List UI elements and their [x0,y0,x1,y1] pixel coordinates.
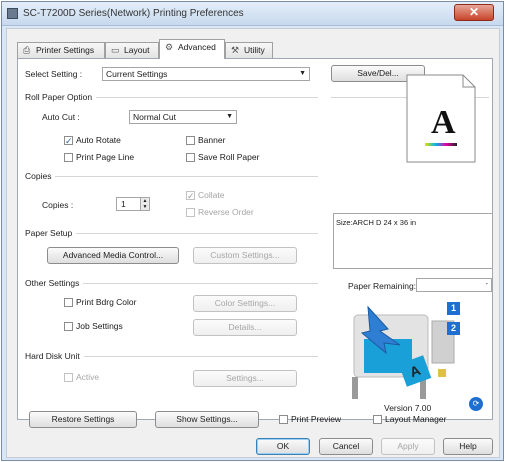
print-page-line-checkbox[interactable]: Print Page Line [64,152,134,163]
printer-icon: ⎙ [23,45,31,55]
copies-label: Copies : [42,200,74,210]
hard-disk-group: Hard Disk Unit [25,351,318,361]
show-settings-button[interactable]: Show Settings... [155,411,259,428]
color-strip [425,143,457,146]
other-settings-group: Other Settings [25,278,318,288]
wrench-icon: ⚒ [231,45,240,55]
collate-checkbox[interactable]: ✓ Collate [186,190,224,201]
paper-remaining-label: Paper Remaining: [348,281,417,291]
checkbox-box [64,322,73,331]
copies-group: Copies [25,171,318,181]
checkbox-box [64,373,73,382]
reverse-order-checkbox[interactable]: Reverse Order [186,207,254,218]
select-setting-label: Select Setting : [25,69,83,79]
printing-preferences-window: SC-T7200D Series(Network) Printing Prefe… [1,1,504,461]
cancel-button[interactable]: Cancel [319,438,373,455]
roll-paper-group: Roll Paper Option [25,92,318,102]
arrow-down-icon[interactable]: ▼ [140,204,149,210]
tab-printer-settings[interactable]: ⎙ Printer Settings [17,42,105,58]
paper-size-text: Size:ARCH D 24 x 36 in [336,218,417,227]
layout-icon: ▭ [111,45,120,55]
auto-cut-label: Auto Cut : [42,112,80,122]
tab-layout[interactable]: ▭ Layout [105,42,159,58]
copies-title: Copies [25,171,56,181]
help-button[interactable]: Help [443,438,493,455]
ok-button[interactable]: OK [256,438,310,455]
custom-settings-button[interactable]: Custom Settings... [193,247,297,264]
job-settings-checkbox[interactable]: Job Settings [64,321,123,332]
print-preview-label: Print Preview [291,414,342,424]
color-settings-button[interactable]: Color Settings... [193,295,297,312]
checkbox-box [64,298,73,307]
checkbox-box [186,136,195,145]
paper-setup-group: Paper Setup [25,228,318,238]
printer-app-icon [7,8,18,19]
reverse-order-label: Reverse Order [198,207,254,217]
select-setting-value: Current Settings [106,69,168,79]
printer-illustration [352,305,455,399]
select-setting-dropdown[interactable]: Current Settings ▼ [102,67,310,81]
advanced-panel: Select Setting : Current Settings ▼ Save… [17,58,493,420]
save-roll-paper-checkbox[interactable]: Save Roll Paper [186,152,259,163]
chevron-down-icon: ▼ [226,113,233,120]
tab-label: Layout [124,45,150,55]
layout-manager-checkbox[interactable]: Layout Manager [373,414,446,425]
chevron-down-icon: - [485,281,488,288]
print-page-line-label: Print Page Line [76,152,135,162]
copies-stepper[interactable]: 1 ▲ ▼ [116,197,150,211]
layout-manager-label: Layout Manager [385,414,447,424]
tab-label: Printer Settings [36,45,95,55]
tab-advanced[interactable]: ⚙ Advanced [159,39,225,59]
copies-value: 1 [121,199,126,209]
checkbox-box [279,415,288,424]
preview-letter: A [431,104,456,141]
auto-rotate-checkbox[interactable]: ✓ Auto Rotate [64,135,121,146]
apply-button[interactable]: Apply [381,438,435,455]
tab-label: Advanced [178,42,216,52]
banner-checkbox[interactable]: Banner [186,135,225,146]
hard-disk-title: Hard Disk Unit [25,351,84,361]
restore-settings-button[interactable]: Restore Settings [29,411,137,428]
checkbox-box [373,415,382,424]
checkmark-icon: ✓ [64,136,73,146]
gear-icon: ⚙ [165,42,174,52]
auto-cut-value: Normal Cut [133,112,176,122]
tab-utility[interactable]: ⚒ Utility [225,42,273,58]
details-button[interactable]: Details... [193,319,297,336]
checkbox-box [64,153,73,162]
badge-1: 1 [447,302,460,315]
chevron-down-icon: ▼ [299,70,306,77]
window-title: SC-T7200D Series(Network) Printing Prefe… [23,8,244,19]
print-preview-checkbox[interactable]: Print Preview [279,414,341,425]
paper-remaining-dropdown[interactable]: - [416,278,492,292]
print-bdrg-color-checkbox[interactable]: Print Bdrg Color [64,297,136,308]
badge-2: 2 [447,322,460,335]
tab-label: Utility [244,45,265,55]
paper-setup-title: Paper Setup [25,228,77,238]
checkbox-box [186,208,195,217]
checkbox-box [186,153,195,162]
roll-paper-title: Roll Paper Option [25,92,97,102]
other-settings-title: Other Settings [25,278,84,288]
refresh-icon[interactable]: ⟳ [469,397,483,411]
save-roll-paper-label: Save Roll Paper [198,152,260,162]
version-label: Version 7.00 [384,403,432,413]
title-bar[interactable]: SC-T7200D Series(Network) Printing Prefe… [2,2,503,26]
info-box: Size:ARCH D 24 x 36 in [333,213,493,269]
close-button[interactable]: ✕ [454,4,494,21]
advanced-media-control-button[interactable]: Advanced Media Control... [47,247,179,264]
checkmark-icon: ✓ [186,191,195,201]
print-bdrg-color-label: Print Bdrg Color [76,297,137,307]
auto-cut-dropdown[interactable]: Normal Cut ▼ [129,110,237,124]
active-checkbox[interactable]: Active [64,372,99,383]
dialog-body: ⎙ Printer Settings ▭ Layout ⚙ Advanced ⚒… [6,28,500,458]
hard-disk-settings-button[interactable]: Settings... [193,370,297,387]
